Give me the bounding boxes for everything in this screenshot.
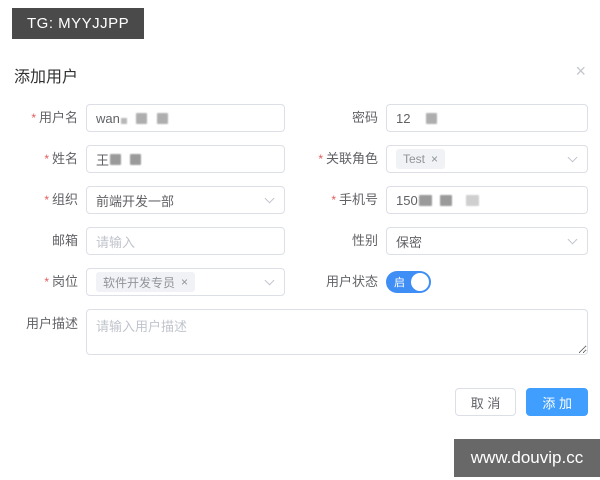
tag-close-icon[interactable]: ×	[181, 275, 188, 289]
required-star: *	[331, 193, 336, 207]
email-input[interactable]: 请输入	[86, 227, 285, 255]
password-label: 密码	[351, 110, 378, 125]
phone-input[interactable]: 150	[386, 186, 588, 214]
redacted-block	[135, 112, 147, 124]
position-tag: 软件开发专员 ×	[96, 272, 196, 292]
toggle-on-text: 启	[394, 277, 405, 289]
required-star: *	[44, 193, 49, 207]
close-icon[interactable]: ×	[575, 62, 586, 80]
name-input[interactable]: 王	[86, 145, 285, 173]
toggle-knob	[411, 273, 429, 291]
organization-value: 前端开发一部	[96, 193, 175, 209]
name-value: 王	[96, 152, 110, 168]
cancel-button[interactable]: 取 消	[454, 388, 517, 416]
redacted-block	[465, 194, 479, 206]
email-label: 邮箱	[51, 233, 78, 248]
tag-close-icon[interactable]: ×	[431, 152, 438, 166]
modal-title: 添加用户	[14, 69, 79, 86]
add-button[interactable]: 添 加	[526, 388, 588, 416]
chevron-down-icon	[264, 193, 275, 204]
redacted-block	[130, 153, 142, 165]
description-textarea[interactable]	[86, 309, 588, 355]
chevron-down-icon	[264, 275, 275, 286]
position-label: * 岗位	[44, 274, 78, 289]
role-label: * 关联角色	[318, 151, 378, 166]
redacted-block	[156, 112, 168, 124]
redacted-block	[120, 118, 127, 124]
chevron-down-icon	[567, 234, 578, 245]
organization-label: * 组织	[44, 192, 78, 207]
chevron-down-icon	[567, 152, 578, 163]
modal-footer: 取 消 添 加	[454, 388, 588, 416]
tg-badge: TG: MYYJJPP	[12, 8, 145, 39]
status-label: 用户状态	[325, 274, 378, 289]
username-input[interactable]: wan	[86, 104, 285, 132]
password-input[interactable]: 12	[386, 104, 588, 132]
role-select[interactable]: Test ×	[386, 145, 588, 173]
required-star: *	[44, 152, 49, 166]
redacted-block	[418, 194, 432, 206]
add-user-form: * 用户名 wan 密码 12 * 姓名 王 * 关联角色 Test × * 组织 前端…	[14, 104, 588, 355]
required-star: *	[31, 111, 36, 125]
position-select[interactable]: 软件开发专员 ×	[86, 268, 285, 296]
description-label: 用户描述	[25, 316, 78, 331]
username-value: wan	[96, 110, 120, 126]
name-label: * 姓名	[44, 151, 78, 166]
redacted-block	[110, 153, 122, 165]
watermark: www.douvip.cc	[454, 439, 600, 477]
gender-label: 性别	[351, 233, 378, 248]
organization-select[interactable]: 前端开发一部	[86, 186, 285, 214]
redacted-block	[426, 112, 438, 124]
required-star: *	[44, 275, 49, 289]
status-toggle[interactable]: 启	[386, 271, 431, 293]
gender-value: 保密	[396, 234, 423, 250]
username-label: * 用户名	[31, 110, 78, 125]
email-placeholder: 请输入	[96, 234, 136, 250]
password-value: 12	[396, 110, 411, 126]
redacted-block	[439, 194, 452, 206]
role-tag: Test ×	[396, 149, 446, 169]
gender-select[interactable]: 保密	[386, 227, 588, 255]
required-star: *	[318, 152, 323, 166]
phone-value: 150	[396, 192, 418, 208]
phone-label: * 手机号	[331, 192, 378, 207]
